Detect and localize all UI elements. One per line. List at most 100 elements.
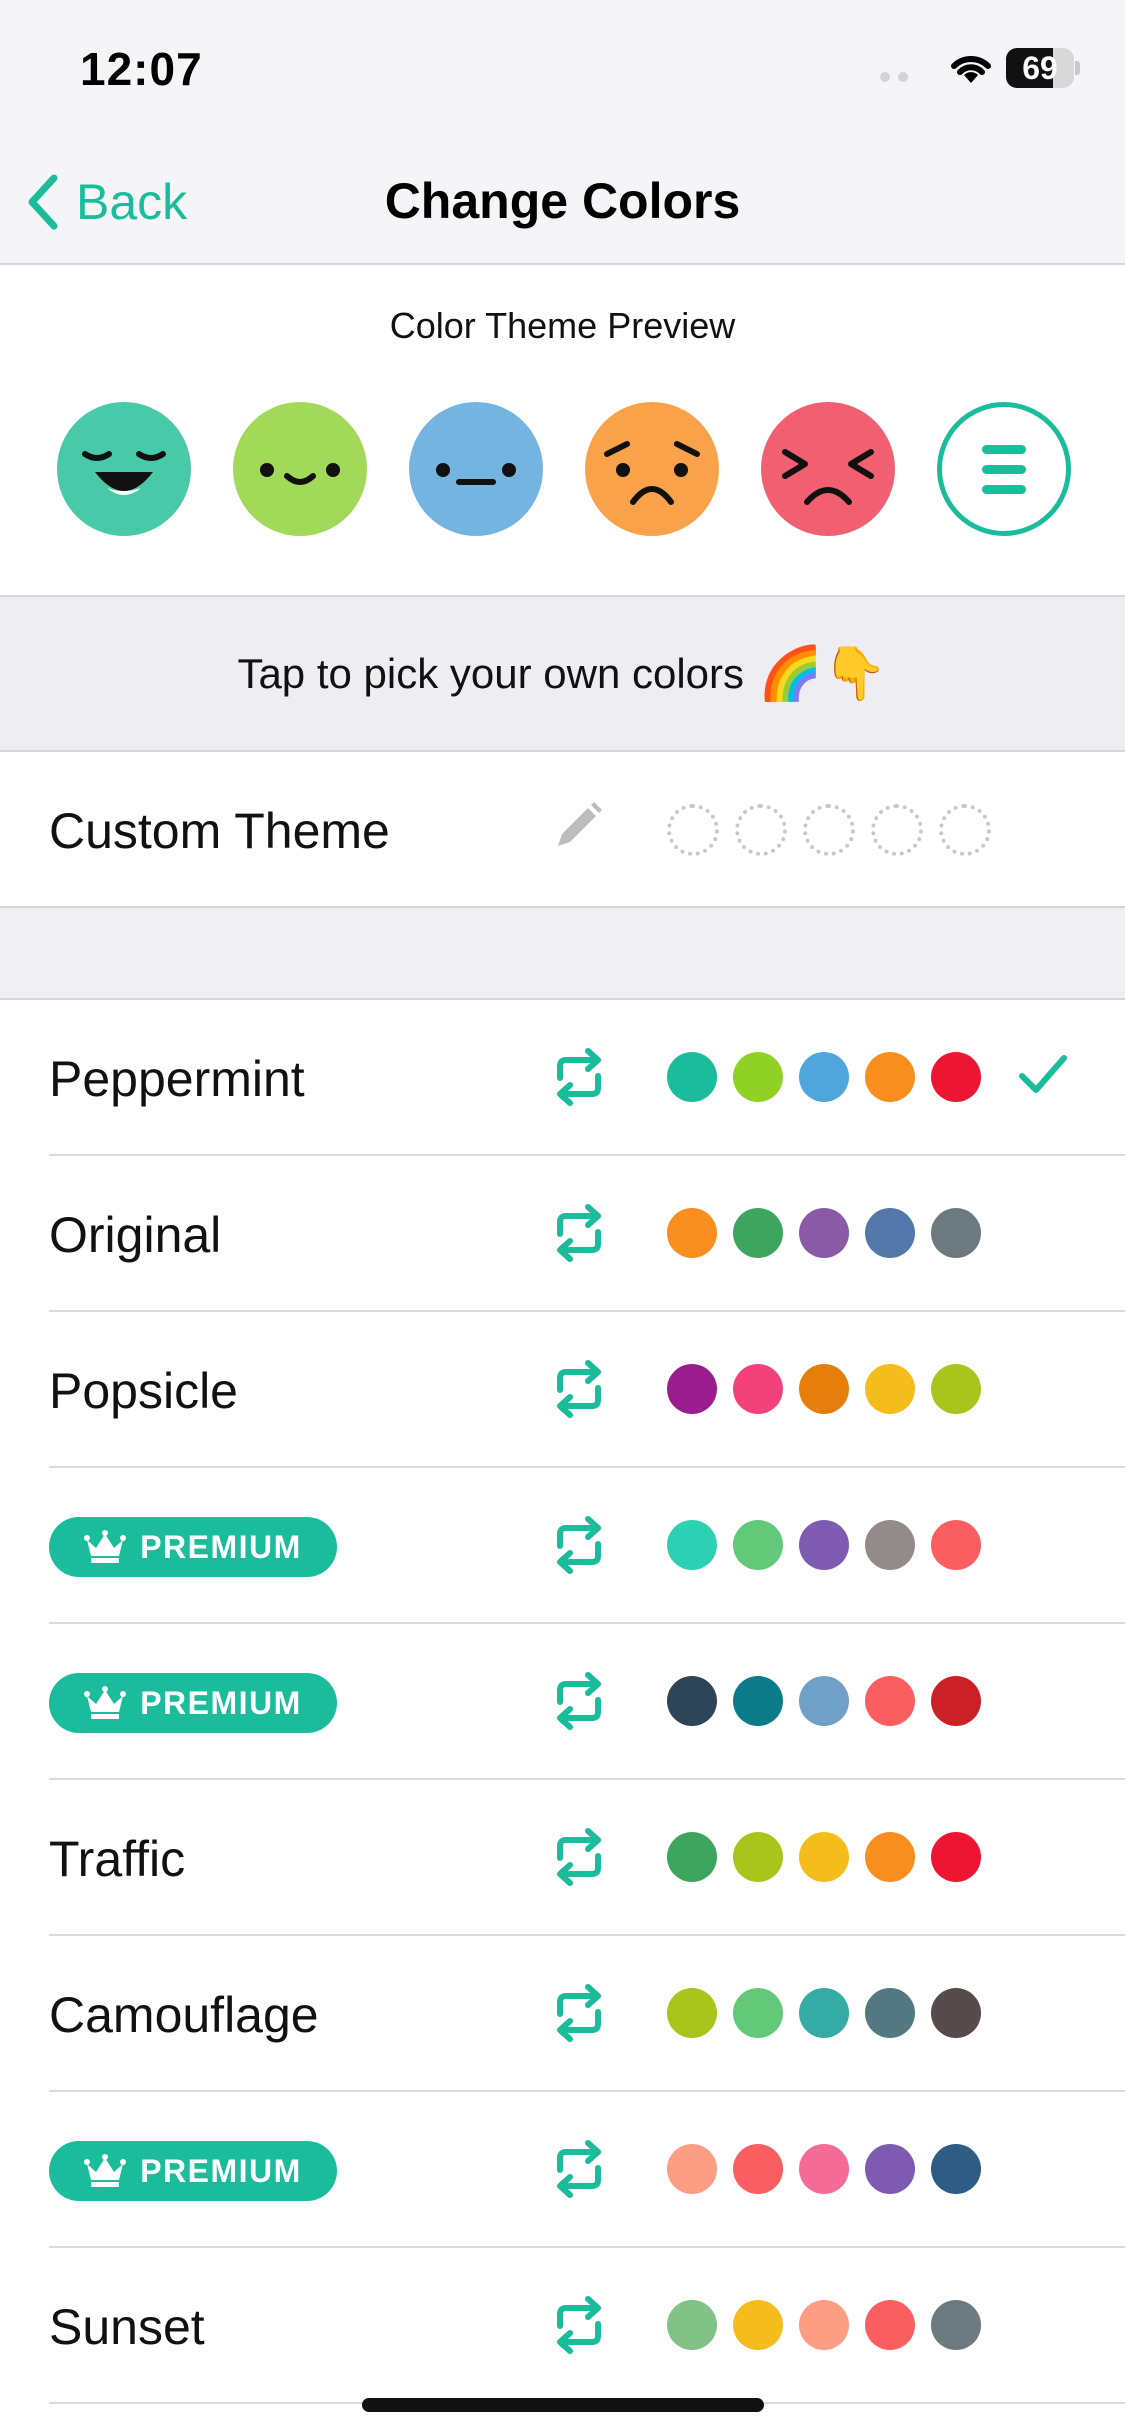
color-swatch — [799, 1676, 849, 1726]
color-swatch — [667, 2144, 717, 2194]
color-swatch — [931, 1052, 981, 1102]
smiling-face-icon — [233, 402, 367, 536]
empty-color-slot[interactable] — [871, 804, 923, 856]
color-swatch — [667, 1520, 717, 1570]
hamburger-menu-icon[interactable] — [937, 402, 1071, 536]
empty-color-slot[interactable] — [735, 804, 787, 856]
theme-row[interactable]: Traffic — [0, 1780, 1125, 1936]
color-swatch — [667, 1988, 717, 2038]
repeat-icon[interactable] — [548, 1828, 610, 1886]
color-swatch — [733, 1832, 783, 1882]
checkmark-icon — [1019, 1055, 1067, 1093]
wifi-icon — [951, 55, 991, 83]
crown-icon — [84, 1530, 127, 1564]
theme-swatches — [667, 2144, 981, 2194]
theme-row[interactable]: Sunset — [0, 2248, 1125, 2404]
color-swatch — [733, 1520, 783, 1570]
premium-badge[interactable]: PREMIUM — [49, 1517, 337, 1577]
theme-swatches — [667, 1520, 981, 1570]
neutral-face-icon — [409, 402, 543, 536]
theme-swatches — [667, 1832, 981, 1882]
repeat-icon[interactable] — [548, 1516, 610, 1574]
color-swatch — [931, 2144, 981, 2194]
repeat-icon[interactable] — [548, 2140, 610, 2198]
repeat-icon[interactable] — [548, 1360, 610, 1418]
color-swatch — [733, 1988, 783, 2038]
battery-icon: 69 — [1006, 48, 1080, 88]
theme-row[interactable]: Popsicle — [0, 1312, 1125, 1468]
color-swatch — [667, 2300, 717, 2350]
premium-badge[interactable]: PREMIUM — [49, 1673, 337, 1733]
color-swatch — [799, 1520, 849, 1570]
premium-label: PREMIUM — [140, 2152, 302, 2189]
theme-row[interactable]: PREMIUM — [0, 2092, 1125, 2248]
premium-badge[interactable]: PREMIUM — [49, 2141, 337, 2201]
empty-color-slot[interactable] — [667, 804, 719, 856]
navigation-bar: Back Change Colors — [0, 140, 1125, 265]
color-swatch — [931, 1364, 981, 1414]
color-swatch — [733, 1364, 783, 1414]
empty-color-slot[interactable] — [939, 804, 991, 856]
repeat-icon[interactable] — [548, 1048, 610, 1106]
color-swatch — [733, 1052, 783, 1102]
color-swatch — [667, 1052, 717, 1102]
theme-row[interactable]: Camouflage — [0, 1936, 1125, 2092]
theme-row[interactable]: PREMIUM — [0, 1468, 1125, 1624]
crown-icon — [84, 1686, 127, 1720]
color-swatch — [799, 2300, 849, 2350]
premium-label: PREMIUM — [140, 1528, 302, 1565]
color-swatch — [931, 1988, 981, 2038]
color-swatch — [865, 1520, 915, 1570]
pick-own-colors-text: Tap to pick your own colors — [237, 649, 745, 697]
status-time: 12:07 — [80, 43, 203, 95]
color-swatch — [733, 2300, 783, 2350]
laughing-face-icon — [57, 402, 191, 536]
rainbow-pointing-emoji: 🌈👇 — [758, 645, 888, 703]
theme-name: Traffic — [49, 1831, 186, 1887]
color-swatch — [667, 1676, 717, 1726]
color-swatch — [865, 1832, 915, 1882]
custom-theme-row[interactable]: Custom Theme — [0, 752, 1125, 908]
change-colors-screen: 12:07 69 Back Change Colors Color Theme … — [0, 0, 1125, 2436]
repeat-icon[interactable] — [548, 1984, 610, 2042]
theme-name: Original — [49, 1207, 222, 1263]
theme-row[interactable]: PREMIUM — [0, 1624, 1125, 1780]
page-title: Change Colors — [384, 173, 741, 229]
repeat-icon[interactable] — [548, 1204, 610, 1262]
color-swatch — [733, 2144, 783, 2194]
color-swatch — [667, 1364, 717, 1414]
section-spacer — [0, 908, 1125, 1000]
theme-swatches — [667, 1676, 981, 1726]
color-swatch — [733, 1208, 783, 1258]
crown-icon — [84, 2154, 127, 2188]
pick-own-colors-banner[interactable]: Tap to pick your own colors 🌈👇 — [0, 595, 1125, 752]
color-swatch — [931, 1832, 981, 1882]
repeat-icon[interactable] — [548, 2296, 610, 2354]
color-swatch — [865, 1364, 915, 1414]
color-swatch — [865, 1052, 915, 1102]
status-bar: 12:07 69 — [0, 0, 1125, 140]
color-swatch — [799, 1052, 849, 1102]
color-swatch — [931, 1520, 981, 1570]
color-swatch — [931, 1208, 981, 1258]
theme-swatches — [667, 1988, 981, 2038]
pencil-icon[interactable] — [552, 800, 604, 852]
premium-label: PREMIUM — [140, 1684, 302, 1721]
empty-color-slot[interactable] — [803, 804, 855, 856]
preview-title: Color Theme Preview — [389, 305, 736, 346]
custom-theme-label: Custom Theme — [49, 803, 390, 859]
repeat-icon[interactable] — [548, 1672, 610, 1730]
color-swatch — [865, 1208, 915, 1258]
color-swatch — [931, 1676, 981, 1726]
theme-row[interactable]: Original — [0, 1156, 1125, 1312]
frowning-face-icon — [585, 402, 719, 536]
home-indicator — [362, 2398, 764, 2412]
theme-name: Sunset — [49, 2299, 205, 2355]
miserable-face-icon — [761, 402, 895, 536]
color-swatch — [799, 1988, 849, 2038]
color-swatch — [733, 1676, 783, 1726]
signal-icon — [880, 72, 908, 82]
color-swatch — [865, 2144, 915, 2194]
theme-list: Peppermint Original Popsicle PREMIUM PREMIUM… — [0, 1000, 1125, 2404]
theme-row[interactable]: Peppermint — [0, 1000, 1125, 1156]
